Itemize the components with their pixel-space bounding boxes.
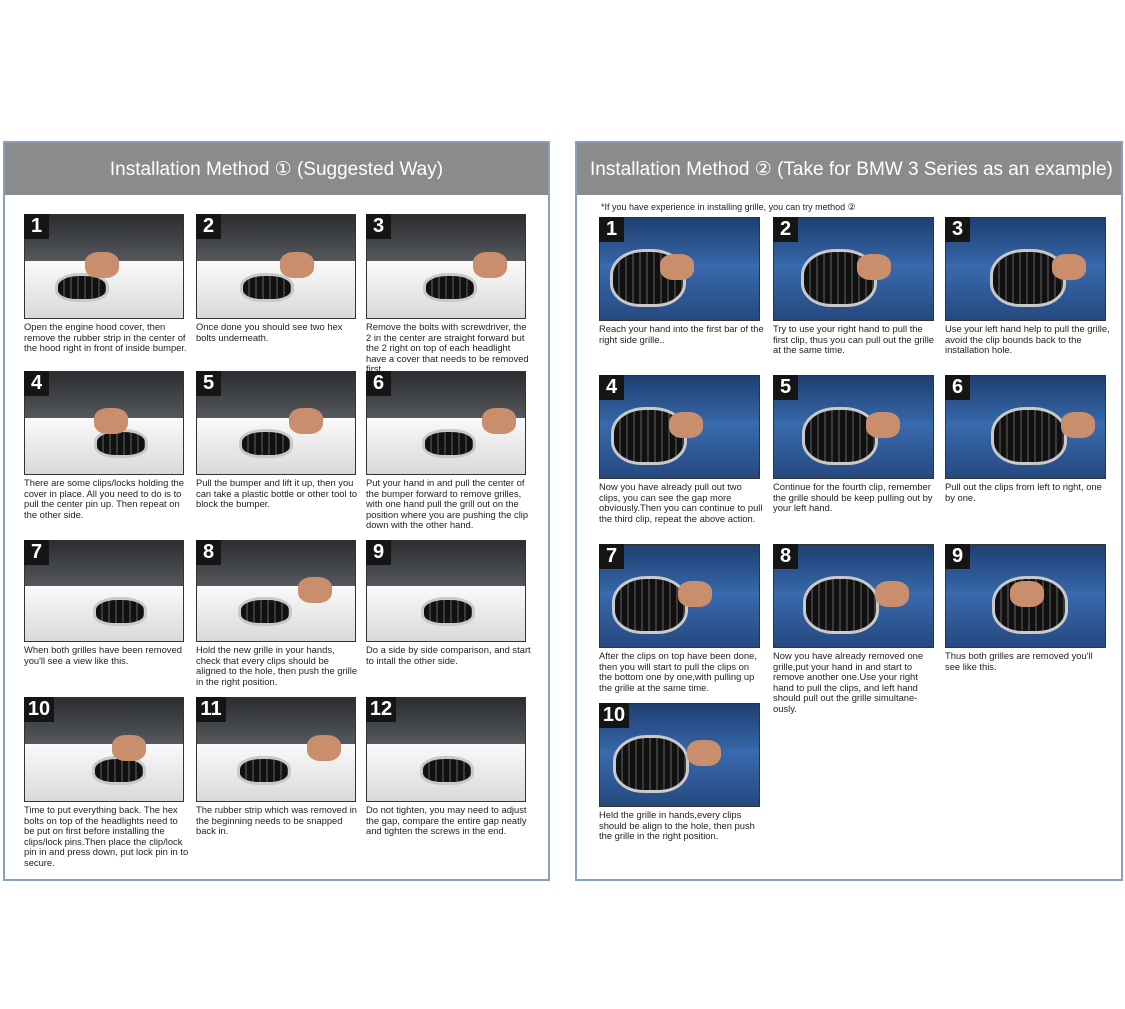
grille-illustration xyxy=(94,429,148,459)
step-caption: Held the grille in hands,every clips sho… xyxy=(599,809,755,842)
step-caption: There are some clips/locks holding the c… xyxy=(24,477,184,520)
step-caption: Reach your hand into the first bar of th… xyxy=(599,323,764,345)
step-number-badge: 10 xyxy=(599,703,629,728)
step-number-badge: 11 xyxy=(196,697,226,722)
hand-illustration xyxy=(857,254,891,281)
step-number-badge: 1 xyxy=(599,217,624,242)
grille-illustration xyxy=(240,272,294,302)
grille-illustration xyxy=(93,597,147,626)
step-caption: Use your left hand help to pull the gril… xyxy=(945,323,1110,356)
step-number-badge: 3 xyxy=(945,217,970,242)
hand-illustration xyxy=(85,251,119,278)
step-caption: Continue for the fourth clip, remember t… xyxy=(773,481,933,514)
step-number-badge: 7 xyxy=(24,540,49,565)
step-caption: Now you have already pull out two clips,… xyxy=(599,481,763,524)
grille-illustration xyxy=(803,576,879,635)
hand-illustration xyxy=(94,408,128,435)
step-caption: Once done you should see two hex bolts u… xyxy=(196,321,343,343)
step-caption: Thus both grilles are removed you'll see… xyxy=(945,650,1093,672)
step-caption: Pull out the clips from left to right, o… xyxy=(945,481,1102,503)
step-number-badge: 5 xyxy=(196,371,221,396)
step-number-badge: 6 xyxy=(945,375,970,400)
grille-illustration xyxy=(612,576,688,635)
step-caption: The rubber strip which was removed in th… xyxy=(196,804,358,837)
step-number-badge: 8 xyxy=(196,540,221,565)
hand-illustration xyxy=(866,412,900,439)
step-caption: Remove the bolts with screwdriver, the 2… xyxy=(366,321,529,375)
grille-illustration xyxy=(802,407,878,466)
grille-illustration xyxy=(239,429,293,459)
step-number-badge: 5 xyxy=(773,375,798,400)
hand-illustration xyxy=(289,408,323,435)
step-caption: Hold the new grille in your hands, check… xyxy=(196,644,358,687)
grille-illustration xyxy=(991,407,1067,466)
grille-illustration xyxy=(423,272,477,302)
hand-illustration xyxy=(473,251,507,278)
grille-illustration xyxy=(613,735,689,794)
step-caption: Now you have already removed one grille,… xyxy=(773,650,924,714)
step-number-badge: 10 xyxy=(24,697,54,722)
step-number-badge: 4 xyxy=(599,375,624,400)
grille-illustration xyxy=(420,755,474,785)
method-1-title: Installation Method ① (Suggested Way) xyxy=(5,143,548,195)
step-number-badge: 3 xyxy=(366,214,391,239)
step-number-badge: 4 xyxy=(24,371,49,396)
method-2-title: Installation Method ② (Take for BMW 3 Se… xyxy=(577,143,1121,195)
grille-illustration xyxy=(421,597,475,626)
step-number-badge: 9 xyxy=(366,540,391,565)
step-number-badge: 7 xyxy=(599,544,624,569)
step-caption: Do not tighten, you may need to adjust t… xyxy=(366,804,527,837)
hand-illustration xyxy=(307,734,341,761)
grille-illustration xyxy=(238,597,292,626)
hand-illustration xyxy=(669,412,703,439)
hand-illustration xyxy=(298,576,332,603)
step-caption: Put your hand in and pull the center of … xyxy=(366,477,529,531)
step-number-badge: 2 xyxy=(196,214,221,239)
step-number-badge: 2 xyxy=(773,217,798,242)
step-number-badge: 6 xyxy=(366,371,391,396)
hand-illustration xyxy=(280,251,314,278)
step-number-badge: 1 xyxy=(24,214,49,239)
step-number-badge: 8 xyxy=(773,544,798,569)
step-number-badge: 9 xyxy=(945,544,970,569)
hand-illustration xyxy=(1010,581,1044,608)
step-caption: Pull the bumper and lift it up, then you… xyxy=(196,477,358,510)
step-caption: When both grilles have been removed you'… xyxy=(24,644,182,666)
step-caption: Time to put everything back. The hex bol… xyxy=(24,804,189,868)
hand-illustration xyxy=(678,581,712,608)
hand-illustration xyxy=(1061,412,1095,439)
hand-illustration xyxy=(875,581,909,608)
hand-illustration xyxy=(660,254,694,281)
hand-illustration xyxy=(482,408,516,435)
grille-illustration xyxy=(422,429,476,459)
step-caption: After the clips on top have been done, t… xyxy=(599,650,757,693)
step-caption: Do a side by side comparison, and start … xyxy=(366,644,531,666)
step-caption: Try to use your right hand to pull the f… xyxy=(773,323,935,356)
hand-illustration xyxy=(112,734,146,761)
grille-illustration xyxy=(237,755,291,785)
step-caption: Open the engine hood cover, then remove … xyxy=(24,321,187,354)
method-2-note: *If you have experience in installing gr… xyxy=(601,202,856,212)
hand-illustration xyxy=(687,740,721,767)
step-number-badge: 12 xyxy=(366,697,396,722)
hand-illustration xyxy=(1052,254,1086,281)
